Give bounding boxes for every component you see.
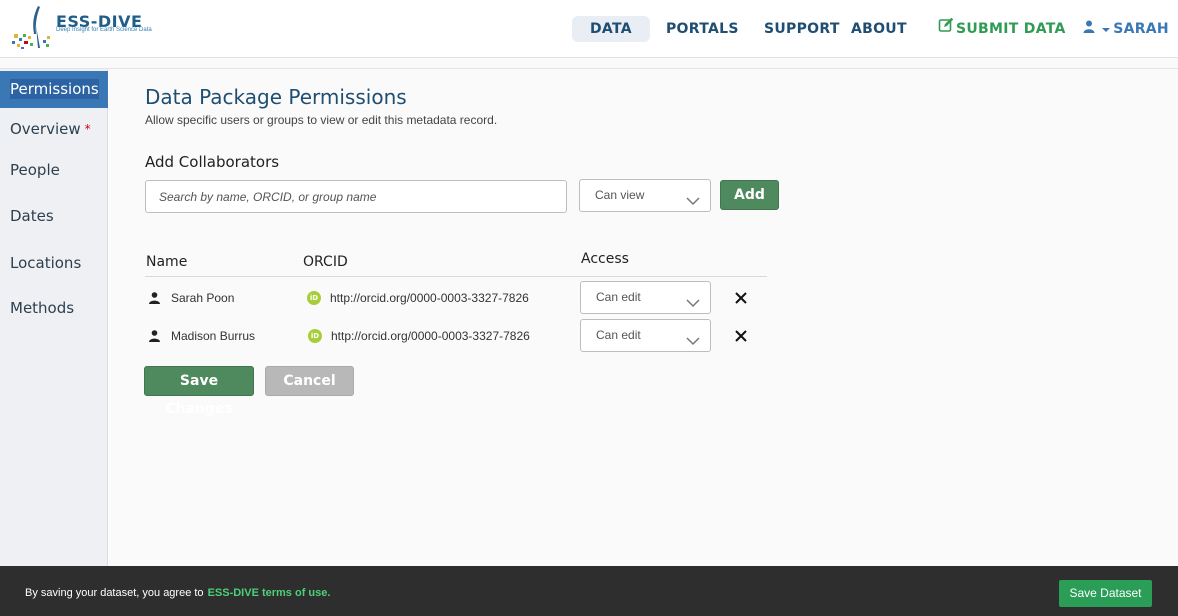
row-access-value: Can edit (596, 290, 641, 304)
table-row-name: Sarah Poon (149, 291, 234, 305)
sidebar-item-overview[interactable]: Overview * (0, 111, 108, 148)
row-access-value: Can edit (596, 328, 641, 342)
sidebar-item-dates[interactable]: Dates (0, 198, 108, 235)
sidebar-item-label: Methods (10, 299, 75, 317)
column-header-name: Name (146, 254, 188, 270)
page-title: Data Package Permissions (145, 85, 407, 109)
collaborator-name: Sarah Poon (171, 291, 235, 305)
cancel-button[interactable]: Cancel (265, 366, 354, 396)
add-collaborators-title: Add Collaborators (145, 153, 280, 171)
ess-dive-logo[interactable]: ESS-DIVE Deep Insight for Earth Science … (10, 4, 170, 50)
top-header: ESS-DIVE Deep Insight for Earth Science … (0, 0, 1178, 58)
required-marker: * (84, 122, 91, 136)
sidebar-item-label: People (10, 161, 60, 179)
access-level-value: Can view (595, 188, 645, 202)
ess-dive-logo-icon (12, 6, 50, 49)
nav-data[interactable]: DATA (572, 16, 650, 42)
table-row-orcid: iD http://orcid.org/0000-0003-3327-7826 (308, 329, 530, 343)
table-row-name: Madison Burrus (149, 329, 255, 343)
terms-notice-text: By saving your dataset, you agree to (25, 587, 204, 599)
user-name: SARAH (1113, 21, 1169, 37)
chevron-down-icon (686, 291, 700, 308)
orcid-link[interactable]: http://orcid.org/0000-0003-3327-7826 (331, 329, 530, 343)
person-icon (149, 330, 160, 342)
row-access-select[interactable]: Can edit (580, 319, 711, 352)
remove-collaborator-icon[interactable] (733, 328, 749, 344)
terms-link[interactable]: ESS-DIVE terms of use. (208, 587, 331, 599)
column-header-orcid: ORCID (303, 254, 348, 270)
access-level-select[interactable]: Can view (579, 179, 711, 212)
save-changes-button[interactable]: Save Changes (144, 366, 254, 417)
header-spacer (0, 58, 1178, 69)
person-icon (149, 292, 160, 304)
edit-icon (938, 16, 954, 42)
sidebar-item-people[interactable]: People (0, 152, 108, 189)
terms-notice: By saving your dataset, you agree to ESS-… (25, 587, 330, 599)
caret-down-icon (1102, 16, 1111, 42)
table-row-orcid: iD http://orcid.org/0000-0003-3327-7826 (307, 291, 529, 305)
orcid-link[interactable]: http://orcid.org/0000-0003-3327-7826 (330, 291, 529, 305)
chevron-down-icon (686, 189, 700, 206)
sidebar-item-permissions[interactable]: Permissions (0, 71, 108, 108)
user-menu[interactable]: SARAH (1083, 16, 1169, 42)
orcid-icon: iD (307, 291, 321, 305)
logo-subtitle: Deep Insight for Earth Science Data (56, 27, 152, 33)
main-panel (109, 69, 1178, 566)
sidebar-item-locations[interactable]: Locations (0, 245, 108, 282)
collaborator-search-input[interactable] (145, 180, 567, 213)
add-collaborator-button[interactable]: Add (720, 180, 779, 210)
nav-submit-label: SUBMIT DATA (956, 21, 1066, 37)
sidebar-item-label: Locations (10, 254, 82, 272)
sidebar-item-label: Permissions (10, 79, 99, 99)
column-header-access: Access (581, 251, 629, 267)
sidebar: Permissions Overview * People Dates Locat… (0, 69, 108, 566)
chevron-down-icon (686, 329, 700, 346)
nav-support[interactable]: SUPPORT (764, 16, 840, 42)
orcid-icon: iD (308, 329, 322, 343)
sidebar-item-label: Overview (10, 120, 81, 138)
user-icon (1083, 16, 1095, 42)
collaborator-name: Madison Burrus (171, 329, 256, 343)
save-dataset-button[interactable]: Save Dataset (1059, 580, 1152, 607)
row-access-select[interactable]: Can edit (580, 281, 711, 314)
remove-collaborator-icon[interactable] (733, 290, 749, 306)
sidebar-item-methods[interactable]: Methods (0, 290, 108, 327)
sidebar-item-label: Dates (10, 207, 54, 225)
page-description: Allow specific users or groups to view o… (145, 113, 498, 127)
footer-bar: By saving your dataset, you agree to ESS-… (0, 566, 1178, 616)
table-divider (145, 276, 767, 277)
nav-portals[interactable]: PORTALS (666, 16, 739, 42)
nav-submit-data[interactable]: SUBMIT DATA (938, 16, 1066, 42)
nav-about[interactable]: ABOUT (851, 16, 907, 42)
